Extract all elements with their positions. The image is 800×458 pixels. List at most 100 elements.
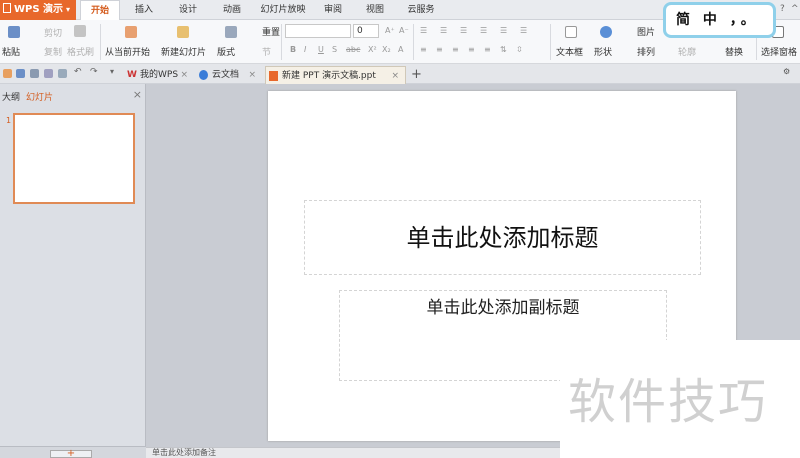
line-spacing-icon[interactable]: ☰: [500, 26, 507, 35]
save-icon[interactable]: [16, 69, 25, 78]
tab-design[interactable]: 设计: [170, 0, 206, 20]
align-center-icon[interactable]: ≡: [436, 45, 443, 54]
grow-font-icon[interactable]: A⁺: [385, 26, 395, 35]
document-tab-bar: ↶ ↷ ▾ W 我的WPS × 云文档 × 新建 PPT 演示文稿.ppt × …: [0, 64, 800, 84]
format-painter-button[interactable]: 格式刷: [67, 45, 94, 58]
ime-status-bar[interactable]: 简 中 ，。: [663, 2, 776, 38]
ppt-file-icon: [269, 71, 278, 81]
play-from-current-icon: [125, 26, 137, 38]
redo-icon[interactable]: ↷: [90, 67, 99, 77]
indent-icon[interactable]: ☰: [460, 26, 467, 35]
superscript-icon[interactable]: X²: [368, 45, 377, 54]
tab-animation[interactable]: 动画: [214, 0, 250, 20]
slide-number: 1: [6, 116, 12, 125]
watermark: 软件技巧: [568, 374, 769, 430]
tab-my-wps[interactable]: W 我的WPS ×: [124, 66, 194, 84]
cut-button[interactable]: 剪切: [30, 26, 62, 39]
add-slide-button[interactable]: +: [50, 449, 92, 458]
app-menu-button[interactable]: WPS 演示 ▾: [0, 0, 76, 20]
subscript-icon[interactable]: X₂: [382, 45, 391, 54]
align-right-icon[interactable]: ≡: [452, 45, 459, 54]
shape-icon: [600, 26, 612, 38]
tab-cloud[interactable]: 云服务: [400, 0, 442, 20]
customize-icon[interactable]: ▾: [110, 67, 119, 76]
replace-button[interactable]: 替换: [713, 45, 743, 58]
picture-label: 图片: [637, 28, 656, 38]
pane-header: 大纲 幻灯片 ×: [0, 84, 146, 106]
vertical-align-icon[interactable]: ⇳: [516, 45, 523, 54]
font-name-field[interactable]: [285, 24, 351, 38]
tab-view[interactable]: 视图: [358, 0, 392, 20]
outline-button[interactable]: 轮廓: [666, 45, 696, 58]
wps-logo-icon: [3, 3, 11, 13]
slides-pane: 大纲 幻灯片 × 1 +: [0, 84, 146, 458]
tab-label: 新建 PPT 演示文稿.ppt: [282, 71, 376, 81]
bullets-icon[interactable]: ☰: [420, 26, 427, 35]
preview-icon[interactable]: [58, 69, 67, 78]
distribute-icon[interactable]: ≡: [484, 45, 491, 54]
justify-icon[interactable]: ≡: [468, 45, 475, 54]
tab-outline[interactable]: 大纲: [2, 90, 20, 103]
text-direction-icon[interactable]: ⇅: [500, 45, 507, 54]
app-name: WPS 演示: [14, 4, 64, 15]
tab-review[interactable]: 审阅: [316, 0, 350, 20]
textbox-icon: [565, 26, 577, 38]
italic-icon[interactable]: I: [304, 45, 306, 54]
align-left-icon[interactable]: ≡: [420, 45, 427, 54]
outline-label: 轮廓: [678, 48, 697, 58]
columns-icon[interactable]: ☰: [520, 26, 527, 35]
underline-icon[interactable]: U: [318, 45, 324, 54]
textbox-button[interactable]: 文本框: [556, 45, 583, 58]
help-icon[interactable]: ?: [780, 4, 785, 14]
tab-cloud-docs[interactable]: 云文档 ×: [196, 66, 262, 84]
bold-icon[interactable]: B: [290, 45, 296, 54]
font-color-icon[interactable]: A: [398, 45, 403, 54]
copy-label: 复制: [44, 48, 63, 58]
title-placeholder[interactable]: 单击此处添加标题: [304, 200, 701, 275]
close-icon[interactable]: ×: [391, 67, 399, 85]
numbering-icon[interactable]: ☰: [440, 26, 447, 35]
from-current-button[interactable]: 从当前开始: [105, 45, 150, 58]
undo-icon[interactable]: ↶: [74, 67, 83, 77]
format-painter-icon: [74, 25, 86, 37]
close-icon[interactable]: ×: [180, 66, 188, 84]
arrange-label: 排列: [637, 48, 656, 58]
slide-thumbnail[interactable]: [13, 113, 135, 204]
tab-slideshow[interactable]: 幻灯片放映: [256, 0, 310, 20]
export-icon[interactable]: [44, 69, 53, 78]
cut-label: 剪切: [44, 29, 63, 39]
section-button[interactable]: 节: [250, 45, 271, 58]
paste-icon: [8, 26, 20, 38]
close-icon[interactable]: ×: [133, 88, 142, 101]
arrange-button[interactable]: 排列: [625, 45, 655, 58]
notes-pane[interactable]: 单击此处添加备注: [146, 447, 566, 458]
tab-slides[interactable]: 幻灯片: [26, 90, 53, 103]
collapse-icon[interactable]: ^: [791, 4, 799, 14]
shadow-icon[interactable]: S: [332, 45, 337, 54]
close-icon[interactable]: ×: [248, 66, 256, 84]
new-slide-icon: [177, 26, 189, 38]
layout-button[interactable]: 版式: [217, 45, 235, 58]
paste-button[interactable]: 粘贴: [2, 45, 20, 58]
outdent-icon[interactable]: ☰: [480, 26, 487, 35]
selection-pane-button[interactable]: 选择窗格: [761, 45, 797, 58]
cloud-icon: [199, 70, 208, 80]
strikethrough-icon[interactable]: abc: [346, 45, 360, 54]
wps-icon: W: [127, 70, 137, 80]
font-size-field[interactable]: 0: [353, 24, 379, 38]
picture-button[interactable]: 图片: [625, 25, 655, 38]
tab-presentation[interactable]: 新建 PPT 演示文稿.ppt ×: [265, 66, 406, 84]
shape-button[interactable]: 形状: [594, 45, 612, 58]
settings-icon[interactable]: ⚙: [783, 67, 792, 76]
tab-insert[interactable]: 插入: [126, 0, 162, 20]
reset-button[interactable]: 重置: [250, 25, 280, 38]
tab-home[interactable]: 开始: [80, 0, 120, 21]
tab-label: 云文档: [212, 70, 240, 80]
divider: [550, 24, 551, 60]
open-icon[interactable]: [3, 69, 12, 78]
new-tab-button[interactable]: +: [405, 66, 422, 84]
copy-button[interactable]: 复制: [30, 45, 62, 58]
print-icon[interactable]: [30, 69, 39, 78]
new-slide-button[interactable]: 新建幻灯片: [161, 45, 206, 58]
shrink-font-icon[interactable]: A⁻: [399, 26, 409, 35]
